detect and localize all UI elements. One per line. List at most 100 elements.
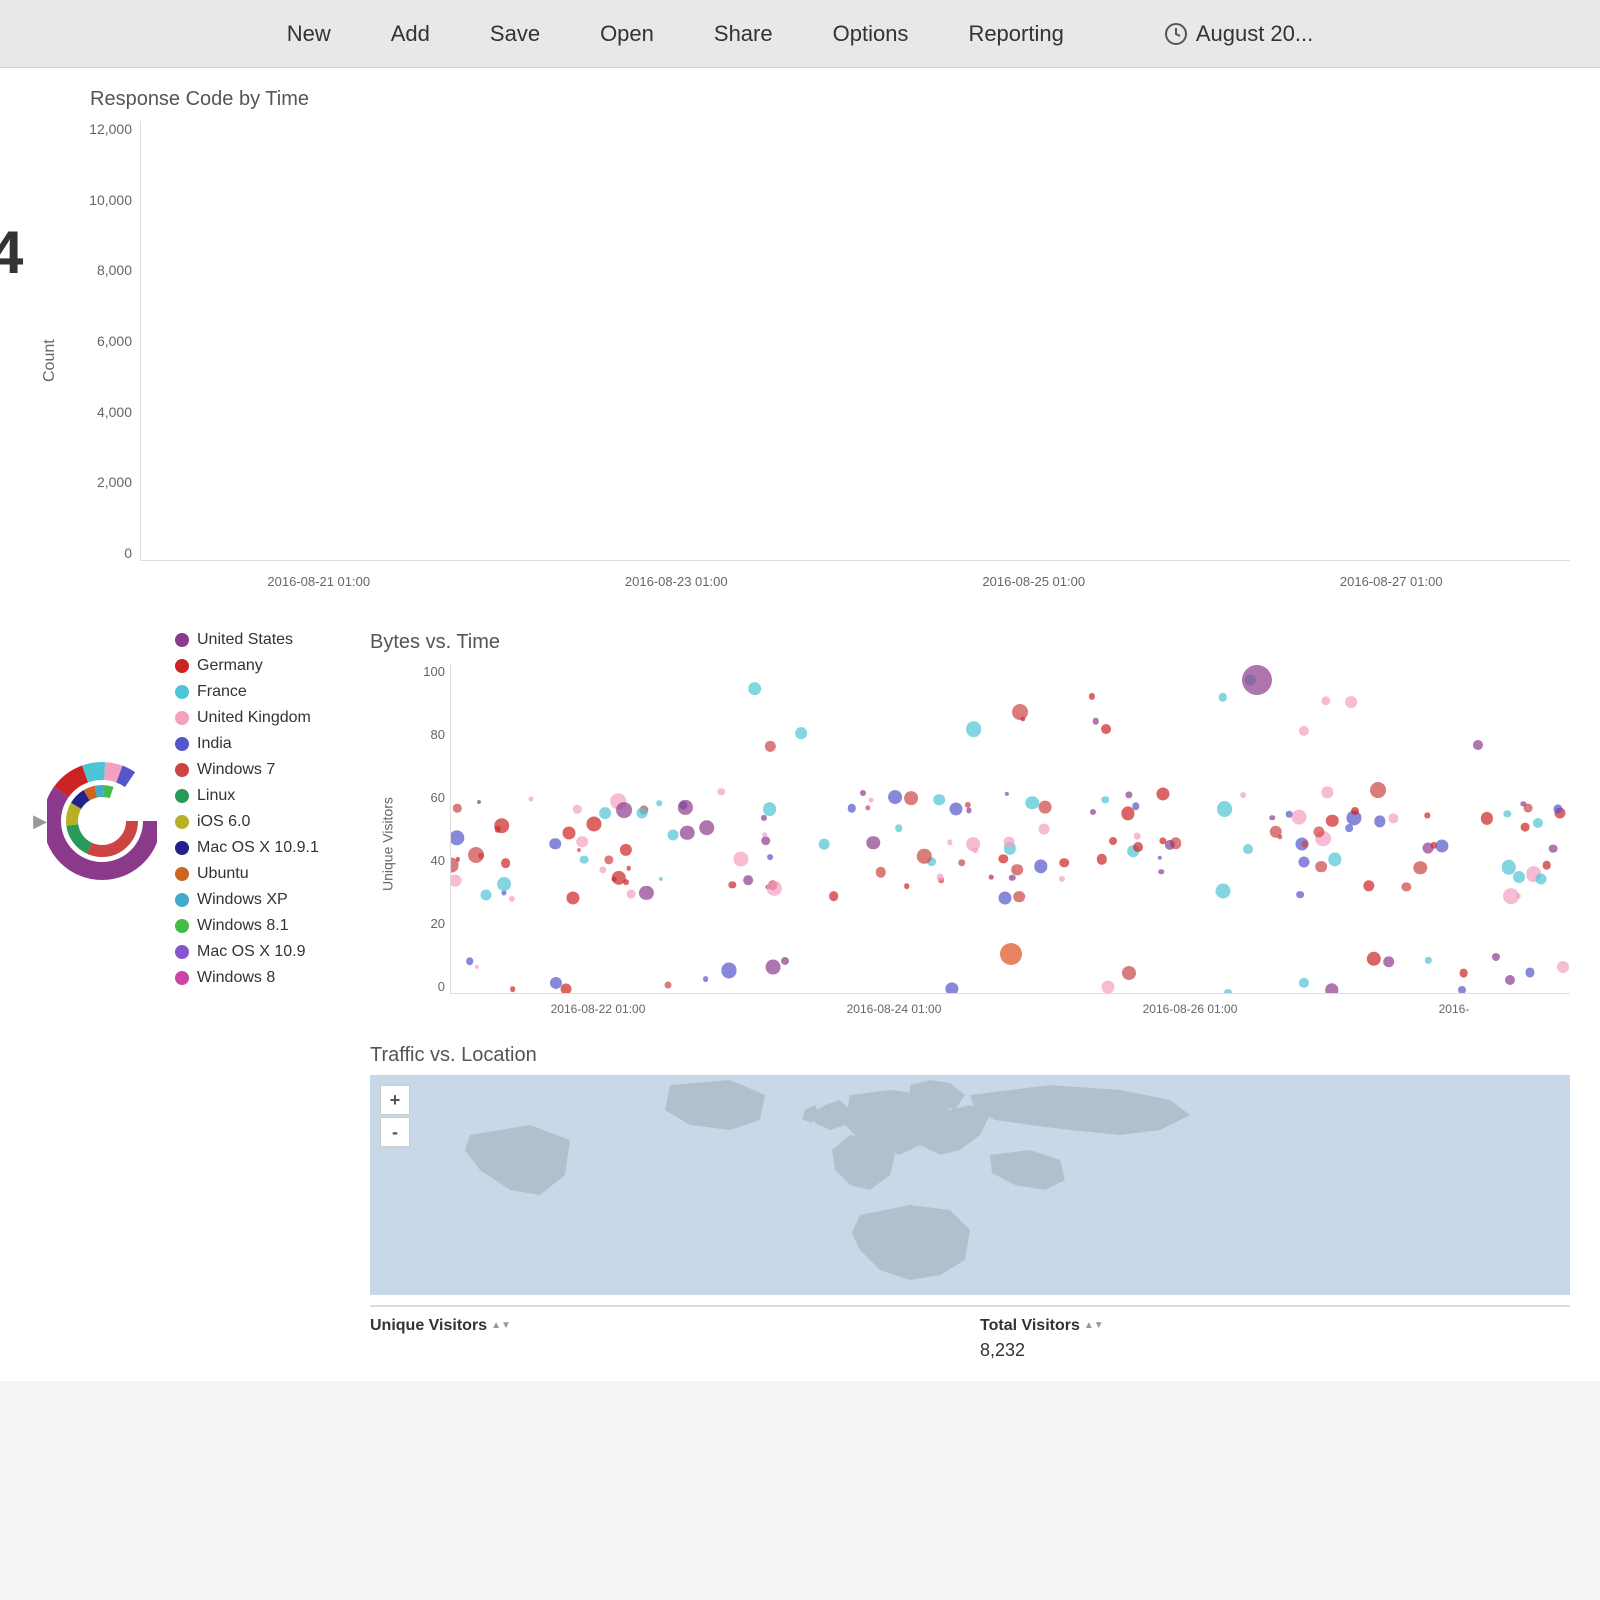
nav-reporting[interactable]: Reporting (968, 21, 1063, 47)
map-container: + - (370, 1075, 1570, 1295)
bar-y-tick: 12,000 (89, 121, 132, 137)
scatter-dot (1291, 810, 1306, 825)
legend-item: Linux (175, 787, 319, 805)
legend-item: India (175, 735, 319, 753)
unique-visitors-sort[interactable]: ▲▼ (491, 1321, 511, 1331)
total-visitors-header[interactable]: Total Visitors ▲▼ (980, 1317, 1570, 1335)
scatter-dot (561, 984, 572, 994)
bottom-section: ▶ (30, 631, 1570, 1361)
scatter-dot (1034, 860, 1047, 873)
scatter-dot (888, 790, 902, 804)
bar-y-tick: 8,000 (97, 262, 132, 278)
scatter-dot (958, 859, 966, 867)
legend-color-dot (175, 685, 189, 699)
legend-label: France (197, 683, 247, 701)
scatter-dot (620, 844, 632, 856)
scatter-dot (665, 982, 672, 989)
total-visitors-sort[interactable]: ▲▼ (1084, 1321, 1104, 1331)
legend-label: Linux (197, 787, 235, 805)
scatter-dot (1270, 826, 1283, 839)
scatter-dot (599, 866, 606, 873)
scatter-dot (904, 883, 910, 889)
map-zoom-in[interactable]: + (380, 1085, 410, 1115)
legend-color-dot (175, 867, 189, 881)
bar-chart-container: Count 12,00010,0008,0006,0004,0002,0000 … (30, 121, 1570, 601)
legend-item: United Kingdom (175, 709, 319, 727)
nav-share[interactable]: Share (714, 21, 773, 47)
unique-visitors-header[interactable]: Unique Visitors ▲▼ (370, 1317, 960, 1335)
scatter-dot (639, 886, 653, 900)
scatter-dot (934, 794, 946, 806)
scatter-dot (680, 825, 694, 839)
scatter-dot (866, 836, 879, 849)
nav-save[interactable]: Save (490, 21, 540, 47)
nav-add[interactable]: Add (391, 21, 430, 47)
bar-y-tick: 4,000 (97, 404, 132, 420)
nav-new[interactable]: New (287, 21, 331, 47)
scatter-dot (562, 827, 575, 840)
scatter-dot (766, 960, 781, 975)
scatter-dot (966, 808, 971, 813)
scatter-dot (1133, 842, 1143, 852)
legend-item: Windows XP (175, 891, 319, 909)
scatter-x-tick-2: 2016-08-24 01:00 (847, 1002, 942, 1016)
scatter-dot (1215, 884, 1230, 899)
bar-group (1404, 131, 1428, 560)
scatter-dot (501, 890, 506, 895)
legend-item: iOS 6.0 (175, 813, 319, 831)
scatter-dot (626, 866, 631, 871)
bar-group (1212, 131, 1236, 560)
bars-area (140, 121, 1570, 561)
scatter-dot (1026, 796, 1039, 809)
scatter-dot (480, 889, 491, 900)
scatter-dot (762, 832, 768, 838)
legend-label: India (197, 735, 232, 753)
scatter-dot (717, 788, 724, 795)
scatter-dot (450, 830, 465, 845)
scatter-dot (767, 854, 773, 860)
bar-group (720, 131, 744, 560)
scatter-dot (1383, 956, 1395, 968)
table-row-section: Unique Visitors ▲▼ Total Visitors ▲▼ 8,2… (370, 1305, 1570, 1361)
legend-item: France (175, 683, 319, 701)
map-zoom-out[interactable]: - (380, 1117, 410, 1147)
legend-color-dot (175, 659, 189, 673)
legend-label: Mac OS X 10.9 (197, 943, 306, 961)
donut-chart (47, 631, 157, 1011)
scatter-dot (1325, 983, 1338, 994)
scatter-dot (468, 847, 484, 863)
bar-group (1486, 131, 1510, 560)
scatter-y-label: Unique Visitors (370, 664, 405, 1024)
bar-group (1294, 131, 1318, 560)
scatter-dot (1302, 840, 1309, 847)
bar-group (666, 131, 690, 560)
map-section: Traffic vs. Location + - (370, 1044, 1570, 1295)
scatter-dot (453, 804, 461, 812)
legend-item: Ubuntu (175, 865, 319, 883)
main-content: 4 Response Code by Time Count 12,00010,0… (0, 68, 1600, 1381)
scatter-dot (947, 840, 952, 845)
scatter-dot (450, 858, 459, 873)
scatter-dot (627, 890, 636, 899)
scatter-dot (1298, 856, 1309, 867)
scatter-dot (1158, 869, 1164, 875)
bar-group (283, 131, 307, 560)
nav-open[interactable]: Open (600, 21, 654, 47)
nav-options[interactable]: Options (833, 21, 909, 47)
scatter-dot (1058, 876, 1064, 882)
total-visitors-value: 8,232 (980, 1340, 1570, 1361)
scatter-dot (579, 855, 588, 864)
bar-group (1048, 131, 1072, 560)
bar-group (1103, 131, 1127, 560)
donut-expand-arrow[interactable]: ▶ (33, 811, 47, 832)
scatter-dot (1504, 810, 1511, 817)
scatter-dot (1299, 978, 1309, 988)
scatter-dot (1322, 787, 1333, 798)
scatter-dot (1503, 888, 1519, 904)
legend-label: Mac OS X 10.9.1 (197, 839, 319, 857)
scatter-dot (1092, 718, 1099, 725)
scatter-dot (1481, 812, 1493, 824)
legend-item: Windows 7 (175, 761, 319, 779)
unique-visitors-col: Unique Visitors ▲▼ (370, 1317, 960, 1361)
scatter-dot (895, 824, 903, 832)
